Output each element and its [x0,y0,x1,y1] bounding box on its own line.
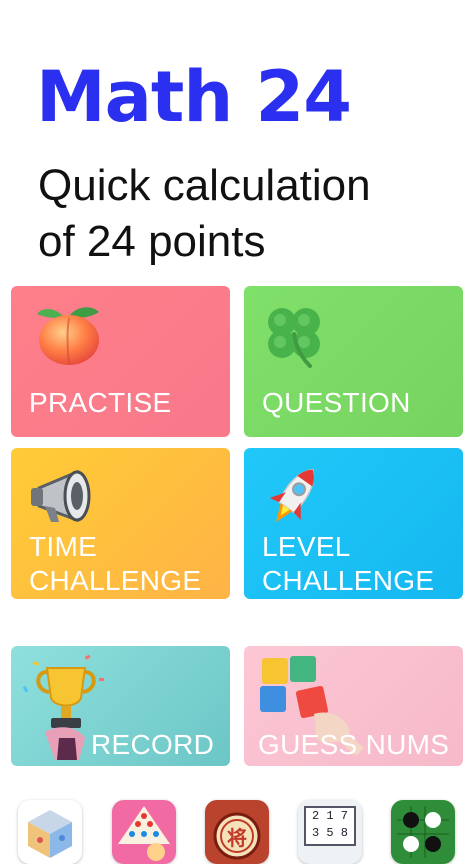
rocket-icon [269,468,315,523]
level-challenge-button[interactable]: LEVEL CHALLENGE [244,448,463,599]
practise-label: PRACTISE [29,387,172,418]
time-label-line-1: TIME [29,531,98,562]
guess-nums-label: GUESS NUMS [258,729,450,760]
checkers-app-icon[interactable] [112,800,176,864]
subtitle-line-2: of 24 points [38,217,266,266]
question-button[interactable]: QUESTION [244,286,463,437]
record-label: RECORD [91,729,215,760]
question-label: QUESTION [262,387,411,418]
level-challenge-label: LEVEL CHALLENGE [262,530,434,598]
time-label-line-2: CHALLENGE [29,565,202,596]
level-label-line-2: CHALLENGE [262,565,435,596]
megaphone-icon [31,469,91,523]
app-title: Math 24 [36,56,352,138]
practise-button[interactable]: PRACTISE [11,286,230,437]
level-label-line-1: LEVEL [262,531,351,562]
sudoku-row-1: 2 1 7 [311,809,348,823]
app-subtitle: Quick calculation of 24 points [38,158,371,270]
subtitle-line-1: Quick calculation [38,161,371,210]
peach-icon [37,307,99,365]
chinese-chess-glyph: 将 [227,826,247,850]
sudoku-app-icon[interactable]: 2 1 7 3 5 8 [298,800,362,864]
cube-app-icon[interactable] [18,800,82,864]
chinese-chess-app-icon[interactable]: 将 [205,800,269,864]
guess-nums-button[interactable]: GUESS NUMS [244,646,463,766]
go-app-icon[interactable] [391,800,455,864]
sudoku-row-2: 3 5 8 [311,826,348,840]
time-challenge-label: TIME CHALLENGE [29,530,201,598]
time-challenge-button[interactable]: TIME CHALLENGE [11,448,230,599]
clover-icon [268,308,320,368]
record-button[interactable]: RECORD [11,646,230,766]
related-apps-row: 将 2 1 7 3 5 8 [0,800,474,864]
